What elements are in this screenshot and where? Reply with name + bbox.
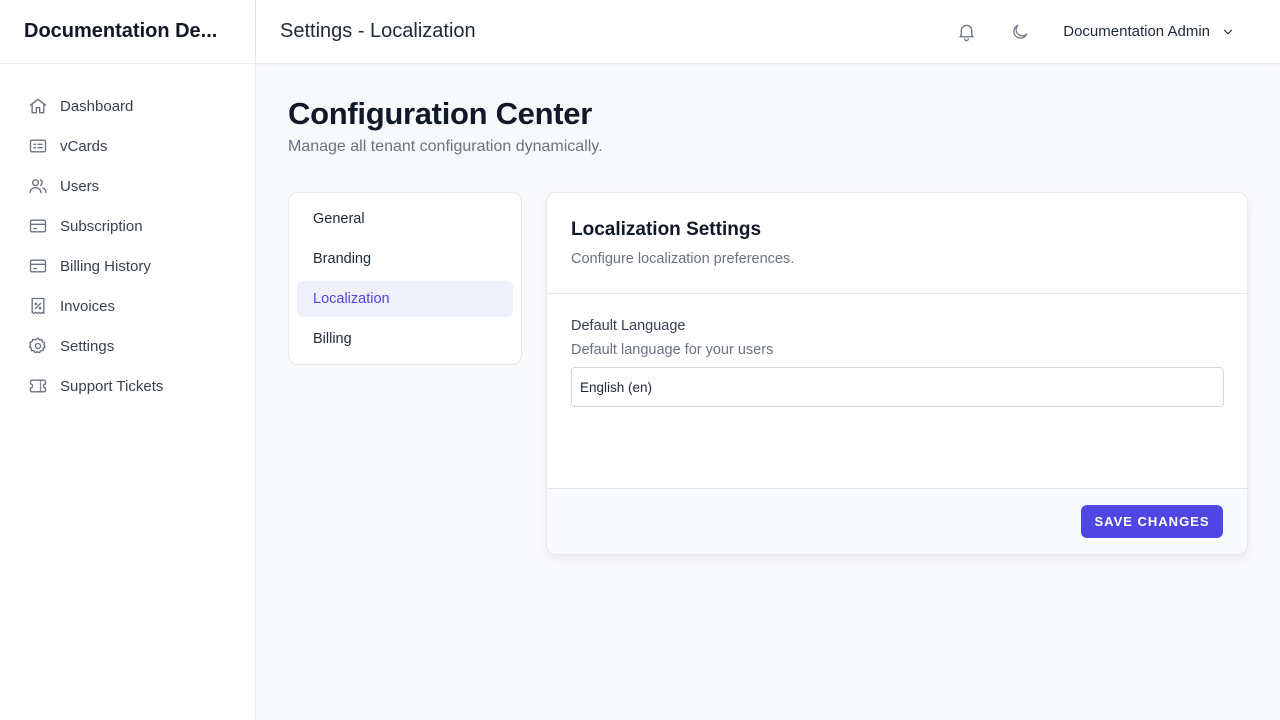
sidebar-item-label: Users: [60, 177, 100, 195]
localization-panel: Localization Settings Configure localiza…: [546, 192, 1248, 555]
home-icon: [28, 96, 48, 116]
sidebar-item-label: vCards: [60, 137, 108, 155]
sidebar: Documentation De... Dashboard vCards Use…: [0, 0, 256, 720]
sidebar-item-label: Billing History: [60, 257, 151, 275]
sidebar-item-label: Dashboard: [60, 97, 134, 115]
top-header: Settings - Localization Documentation Ad…: [256, 0, 1280, 64]
main-content: Configuration Center Manage all tenant c…: [256, 64, 1280, 720]
panel-body: Default Language Default language for yo…: [547, 294, 1247, 407]
sidebar-item-billing-history[interactable]: Billing History: [0, 246, 255, 286]
sidebar-item-label: Invoices: [60, 297, 116, 315]
panel-title: Localization Settings: [571, 219, 762, 240]
sidebar-item-support-tickets[interactable]: Support Tickets: [0, 366, 255, 406]
save-changes-button[interactable]: SAVE CHANGES: [1081, 505, 1223, 538]
default-language-help: Default language for your users: [571, 342, 774, 358]
user-menu[interactable]: Documentation Admin: [1063, 23, 1246, 40]
header-actions: Documentation Admin: [955, 21, 1246, 43]
users-icon: [28, 176, 48, 196]
sidebar-item-subscription[interactable]: Subscription: [0, 206, 255, 246]
default-language-label: Default Language: [571, 318, 686, 334]
panel-description: Configure localization preferences.: [571, 251, 795, 267]
sidebar-item-dashboard[interactable]: Dashboard: [0, 86, 255, 126]
tab-general[interactable]: General: [297, 201, 513, 237]
credit-card-icon: [28, 216, 48, 236]
sidebar-item-invoices[interactable]: Invoices: [0, 286, 255, 326]
sidebar-item-label: Support Tickets: [60, 377, 164, 395]
brand[interactable]: Documentation De...: [0, 0, 255, 64]
sidebar-item-users[interactable]: Users: [0, 166, 255, 206]
sidebar-item-vcards[interactable]: vCards: [0, 126, 255, 166]
chevron-down-icon: [1220, 24, 1236, 40]
receipt-percent-icon: [28, 296, 48, 316]
sidebar-item-settings[interactable]: Settings: [0, 326, 255, 366]
user-name: Documentation Admin: [1063, 23, 1210, 40]
sidebar-item-label: Subscription: [60, 217, 143, 235]
panel-header: Localization Settings Configure localiza…: [547, 193, 1247, 294]
tab-branding[interactable]: Branding: [297, 241, 513, 277]
page-subtitle: Manage all tenant configuration dynamica…: [288, 138, 603, 155]
sidebar-item-label: Settings: [60, 337, 115, 355]
ticket-icon: [28, 376, 48, 396]
bell-icon[interactable]: [955, 21, 977, 43]
credit-card-icon: [28, 256, 48, 276]
app-title[interactable]: Documentation De...: [24, 20, 217, 43]
sidebar-nav: Dashboard vCards Users Subscription Bill…: [0, 64, 255, 406]
page-title: Configuration Center: [288, 96, 592, 131]
default-language-input[interactable]: English (en): [571, 367, 1224, 407]
panel-footer: SAVE CHANGES: [547, 488, 1247, 554]
gear-icon: [28, 336, 48, 356]
id-card-icon: [28, 136, 48, 156]
settings-tabs: General Branding Localization Billing: [288, 192, 522, 365]
tab-billing[interactable]: Billing: [297, 321, 513, 357]
moon-icon[interactable]: [1009, 21, 1031, 43]
tab-localization[interactable]: Localization: [297, 281, 513, 317]
page-header-title: Settings - Localization: [280, 20, 476, 42]
